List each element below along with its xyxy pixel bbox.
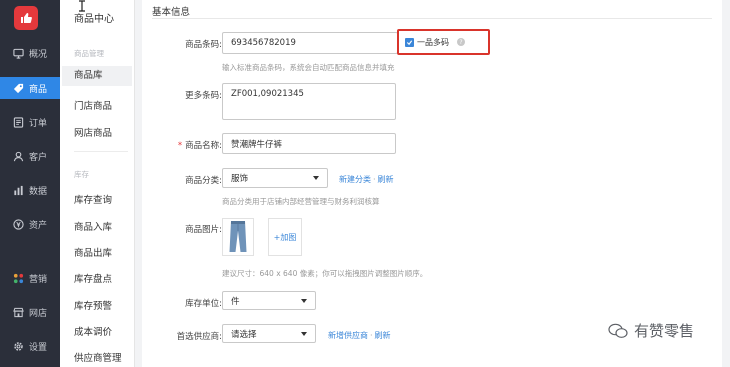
grid-icon	[12, 272, 25, 285]
sub-nav: 商品中心 商品管理 商品库 门店商品 网店商品 库存 库存查询 商品入库 商品出…	[60, 0, 135, 367]
sub-section-goods: 商品管理	[74, 49, 104, 58]
supplier-select-value: 请选择	[231, 329, 257, 340]
category-label: 商品分类:	[185, 176, 222, 186]
more-codes-label: 更多条码:	[185, 91, 222, 101]
sub-item-online-goods[interactable]: 网店商品	[74, 125, 112, 139]
main-content: 基本信息 商品条码: 693456782019 一品多码 ? 输入标准商品条码，…	[135, 0, 730, 367]
sub-item-cost-adjust[interactable]: 成本调价	[74, 324, 112, 338]
section-title: 基本信息	[152, 7, 191, 18]
caret-down-icon	[301, 298, 307, 303]
nav-item-data[interactable]: 数据	[0, 179, 60, 201]
supplier-links: 新增供应商 · 刷新	[328, 331, 391, 340]
nav-item-label: 数据	[29, 186, 48, 197]
category-select-value: 服饰	[231, 174, 249, 184]
goods-image-thumb[interactable]	[222, 218, 254, 256]
watermark-text: 有赞零售	[634, 322, 695, 340]
new-category-link[interactable]: 新建分类	[339, 175, 371, 184]
nav-item-label: 客户	[29, 152, 48, 163]
help-icon[interactable]: ?	[457, 38, 465, 46]
sub-item-stock-count[interactable]: 库存盘点	[74, 271, 112, 285]
nav-item-label: 概况	[29, 49, 48, 60]
nav-item-label: 商品	[29, 84, 48, 95]
add-image-button[interactable]: +加图	[268, 218, 302, 256]
sub-section-stock: 库存	[74, 170, 89, 179]
sub-item-stock-query[interactable]: 库存查询	[74, 192, 112, 206]
multi-code-checkbox[interactable]	[405, 37, 414, 47]
multi-code-label[interactable]: 一品多码	[417, 37, 449, 48]
unit-select-value: 件	[231, 296, 240, 307]
nav-item-settings[interactable]: 设置	[0, 335, 60, 357]
yen-icon	[12, 218, 25, 231]
goods-name-label: * 商品名称:	[177, 141, 222, 151]
bar-chart-icon	[12, 184, 25, 197]
user-icon	[12, 150, 25, 163]
nav-item-overview[interactable]: 概况	[0, 42, 60, 64]
multi-code-highlight: 一品多码 ?	[397, 29, 490, 55]
required-mark: *	[177, 141, 183, 151]
nav-item-marketing[interactable]: 营销	[0, 267, 60, 289]
sub-item-store-goods[interactable]: 门店商品	[74, 98, 112, 112]
supplier-label: 首选供应商:	[176, 332, 222, 342]
category-links: 新建分类 · 刷新	[339, 175, 394, 184]
nav-item-label: 设置	[29, 342, 48, 353]
barcode-input[interactable]: 693456782019	[222, 32, 398, 54]
nav-item-label: 营销	[29, 274, 48, 285]
refresh-category-link[interactable]: 刷新	[378, 175, 394, 184]
refresh-supplier-link[interactable]: 刷新	[375, 331, 391, 340]
supplier-select[interactable]: 请选择	[222, 324, 316, 343]
barcode-label: 商品条码:	[185, 40, 222, 50]
unit-label: 库存单位:	[185, 299, 222, 309]
watermark: 有赞零售	[608, 320, 694, 341]
more-codes-textarea[interactable]: ZF001,09021345	[222, 83, 396, 120]
sub-item-stock-alert[interactable]: 库存预警	[74, 298, 112, 312]
section-divider	[152, 18, 712, 19]
nav-item-assets[interactable]: 资产	[0, 213, 60, 235]
nav-item-goods[interactable]: 商品	[0, 77, 60, 99]
monitor-icon	[12, 47, 25, 60]
caret-down-icon	[313, 176, 319, 180]
category-select[interactable]: 服饰	[222, 168, 328, 188]
nav-item-label: 订单	[29, 118, 48, 129]
new-supplier-link[interactable]: 新增供应商	[328, 331, 368, 340]
nav-item-label: 资产	[29, 220, 48, 231]
goods-name-input[interactable]: 赞潮牌牛仔裤	[222, 133, 396, 154]
shop-icon	[12, 306, 25, 319]
jeans-image-icon	[229, 221, 247, 252]
basic-info-card: 基本信息 商品条码: 693456782019 一品多码 ? 输入标准商品条码，…	[142, 0, 722, 367]
sub-item-goods-library[interactable]: 商品库	[62, 66, 132, 86]
nav-item-customers[interactable]: 客户	[0, 145, 60, 167]
gear-icon	[12, 340, 25, 353]
main-nav: 概况 商品 订单 客户 数据 资产 营销 网店 设置	[0, 0, 60, 367]
sub-item-stock-in[interactable]: 商品入库	[74, 219, 112, 233]
caret-down-icon	[301, 331, 307, 336]
nav-item-label: 网店	[29, 308, 48, 319]
nav-item-shop[interactable]: 网店	[0, 301, 60, 323]
tag-icon	[12, 82, 25, 95]
nav-item-orders[interactable]: 订单	[0, 111, 60, 133]
barcode-hint: 输入标准商品条码，系统会自动匹配商品信息并填充	[222, 63, 395, 72]
unit-select[interactable]: 件	[222, 291, 316, 310]
sub-divider	[74, 151, 128, 152]
image-label: 商品图片:	[185, 225, 222, 235]
sub-nav-title: 商品中心	[74, 14, 114, 25]
app-logo-icon[interactable]	[14, 6, 38, 30]
sub-item-supplier[interactable]: 供应商管理	[74, 350, 122, 364]
text-cursor-icon	[79, 0, 85, 12]
wechat-icon	[608, 323, 628, 338]
list-icon	[12, 116, 25, 129]
sub-item-stock-out[interactable]: 商品出库	[74, 245, 112, 259]
image-hint: 建议尺寸：640 x 640 像素；你可以拖拽图片调整图片顺序。	[222, 269, 428, 278]
category-hint: 商品分类用于店铺内部经营管理与财务利润核算	[222, 197, 380, 206]
